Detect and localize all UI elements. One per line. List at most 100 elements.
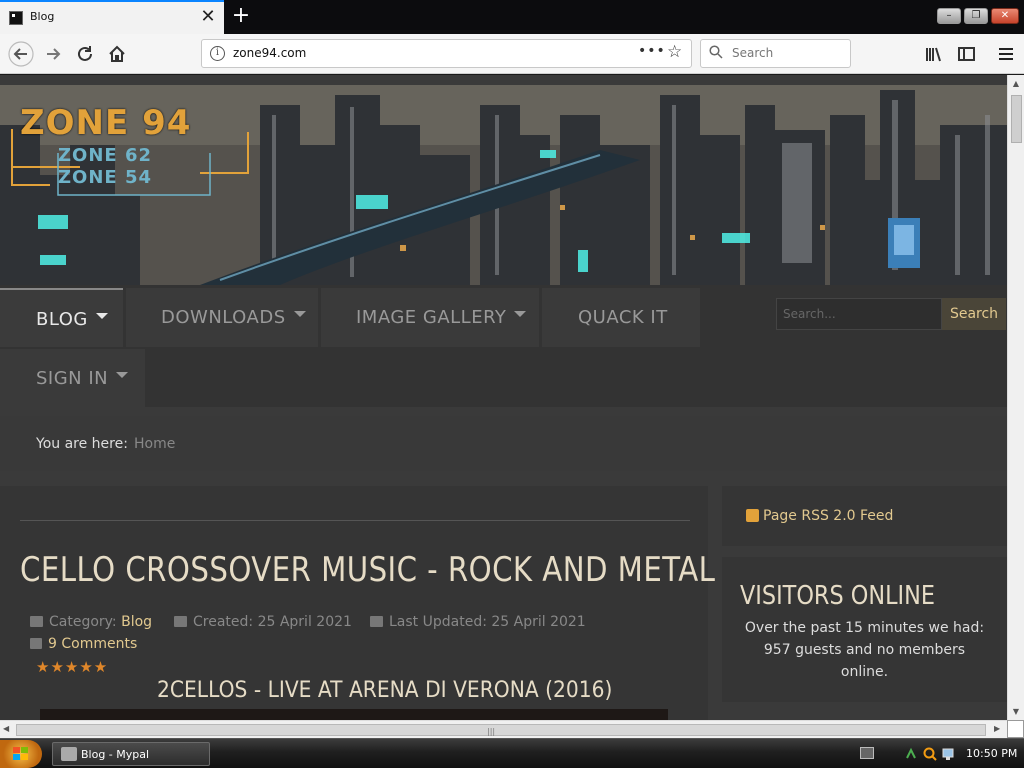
dropdown-caret-icon — [514, 311, 527, 317]
rss-feed-link[interactable]: Page RSS 2.0 Feed — [746, 508, 893, 524]
new-tab-button[interactable]: + — [229, 2, 253, 30]
windows-logo-icon — [13, 747, 28, 760]
menu-label: BLOG — [36, 309, 88, 330]
sidebar-toggle-button[interactable] — [952, 39, 980, 69]
web-page: ZONE 94 ZONE 62 ZONE 54 BLOG DOWNLOADS I… — [0, 75, 1007, 720]
rss-label: Page RSS 2.0 Feed — [763, 508, 894, 524]
article-title[interactable]: CELLO CROSSOVER MUSIC - ROCK AND METAL — [20, 550, 715, 590]
visitors-title: VISITORS ONLINE — [740, 581, 936, 611]
divider — [20, 520, 690, 521]
logo-subtitle-1: ZONE 62 — [58, 145, 153, 166]
forward-button[interactable] — [38, 39, 68, 69]
rating-stars[interactable]: ★★★★★ — [36, 658, 108, 676]
keyboard-tray-icon[interactable] — [860, 747, 874, 759]
restore-button[interactable]: ❐ — [964, 8, 988, 24]
bookmark-star-icon[interactable]: ☆ — [667, 42, 682, 62]
close-tab-icon[interactable]: ✕ — [198, 5, 218, 29]
search-icon — [709, 45, 723, 59]
taskbar-clock[interactable]: 10:50 PM — [966, 747, 1017, 760]
close-window-button[interactable]: ✕ — [991, 8, 1019, 24]
reload-button[interactable] — [70, 39, 100, 69]
visitors-text: Over the past 15 minutes we had: 957 gue… — [744, 620, 985, 680]
menu-item-blog[interactable]: BLOG — [0, 288, 123, 347]
site-banner: ZONE 94 ZONE 62 ZONE 54 — [0, 85, 1007, 285]
breadcrumb-label: You are here: — [36, 436, 128, 452]
menu-item-quack-it[interactable]: QUACK IT — [542, 288, 700, 347]
category-link[interactable]: Blog — [121, 614, 152, 630]
menu-label: DOWNLOADS — [161, 307, 286, 328]
logo-subtitle-2: ZONE 54 — [58, 167, 153, 188]
site-search-input[interactable]: Search... — [776, 298, 942, 330]
scroll-left-arrow-icon[interactable]: ◀ — [3, 724, 9, 733]
hamburger-icon — [999, 48, 1013, 60]
reload-icon — [78, 46, 92, 61]
calendar-icon — [370, 616, 383, 627]
site-info-icon[interactable]: i — [210, 46, 225, 61]
back-arrow-icon — [8, 41, 34, 67]
minimize-button[interactable]: – — [937, 8, 961, 24]
rss-icon — [746, 509, 759, 522]
category-label: Category: — [49, 614, 117, 630]
browser-app-icon — [61, 747, 77, 761]
vertical-scrollbar[interactable]: ▲ ▼ — [1007, 75, 1024, 720]
horizontal-scroll-thumb[interactable]: ||| — [16, 724, 986, 736]
visitors-module: VISITORS ONLINE Over the past 15 minutes… — [722, 557, 1007, 702]
browser-toolbar: i zone94.com ••• ☆ Search — [0, 34, 1024, 74]
dropdown-caret-icon — [116, 372, 129, 378]
url-text[interactable]: zone94.com — [233, 46, 306, 60]
menu-label: QUACK IT — [578, 307, 668, 328]
rss-module: Page RSS 2.0 Feed — [722, 486, 1007, 546]
scroll-down-arrow-icon[interactable]: ▼ — [1008, 705, 1024, 719]
folder-icon — [30, 616, 43, 627]
comment-icon — [30, 638, 42, 649]
updated-text: Last Updated: 25 April 2021 — [389, 614, 586, 630]
start-button[interactable] — [0, 740, 42, 768]
menu-item-downloads[interactable]: DOWNLOADS — [126, 288, 318, 347]
scroll-up-arrow-icon[interactable]: ▲ — [1008, 77, 1024, 91]
library-button[interactable] — [920, 39, 948, 69]
dropdown-caret-icon — [293, 311, 306, 317]
library-icon — [926, 47, 941, 62]
horizontal-scrollbar[interactable]: ◀ ||| ▶ — [0, 720, 1007, 738]
browser-search-placeholder: Search — [732, 46, 774, 60]
menu-button[interactable] — [992, 39, 1020, 69]
tab-title: Blog — [30, 10, 55, 23]
site-search-button[interactable]: Search — [942, 298, 1006, 330]
video-title: 2CELLOS - LIVE AT ARENA DI VERONA (2016) — [157, 678, 613, 703]
article-created-date: Created: 25 April 2021 — [174, 614, 352, 630]
grip-icon: ||| — [487, 727, 496, 736]
menu-item-sign-in[interactable]: SIGN IN — [0, 349, 145, 408]
breadcrumb-home-link[interactable]: Home — [134, 436, 175, 452]
back-button[interactable] — [6, 39, 36, 69]
home-button[interactable] — [102, 39, 132, 69]
forward-arrow-icon — [47, 48, 61, 60]
menu-label: SIGN IN — [36, 368, 109, 389]
dropdown-caret-icon — [95, 313, 108, 319]
taskbar-window-button[interactable]: Blog - Mypal — [52, 742, 210, 766]
address-bar[interactable]: i zone94.com ••• ☆ — [201, 39, 692, 68]
article: CELLO CROSSOVER MUSIC - ROCK AND METAL C… — [0, 486, 715, 720]
site-navigation: BLOG DOWNLOADS IMAGE GALLERY QUACK IT SI… — [0, 285, 1007, 408]
article-updated-date: Last Updated: 25 April 2021 — [370, 614, 586, 630]
os-taskbar: Blog - Mypal 10:50 PM — [0, 738, 1024, 768]
menu-label: IMAGE GALLERY — [356, 307, 507, 328]
browser-tab[interactable]: Blog ✕ — [0, 0, 224, 34]
breadcrumb: You are here: Home — [0, 416, 1007, 471]
menu-item-image-gallery[interactable]: IMAGE GALLERY — [321, 288, 539, 347]
sidebar-icon — [958, 47, 975, 61]
home-icon — [109, 45, 125, 62]
comments-link[interactable]: 9 Comments — [48, 636, 137, 652]
system-tray-icons[interactable] — [905, 746, 957, 762]
scroll-right-arrow-icon[interactable]: ▶ — [994, 724, 1000, 733]
browser-search-input[interactable]: Search — [700, 39, 851, 68]
article-category: Category: Blog — [30, 614, 152, 630]
site-search-placeholder: Search... — [783, 307, 836, 321]
calendar-icon — [174, 616, 187, 627]
scrollbar-corner — [1007, 720, 1024, 738]
video-embed[interactable] — [40, 709, 668, 720]
article-comments: 9 Comments — [30, 636, 137, 652]
page-actions-icon[interactable]: ••• — [638, 43, 666, 59]
vertical-scroll-thumb[interactable] — [1011, 95, 1022, 143]
created-text: Created: 25 April 2021 — [193, 614, 352, 630]
taskbar-window-title: Blog - Mypal — [81, 748, 150, 761]
